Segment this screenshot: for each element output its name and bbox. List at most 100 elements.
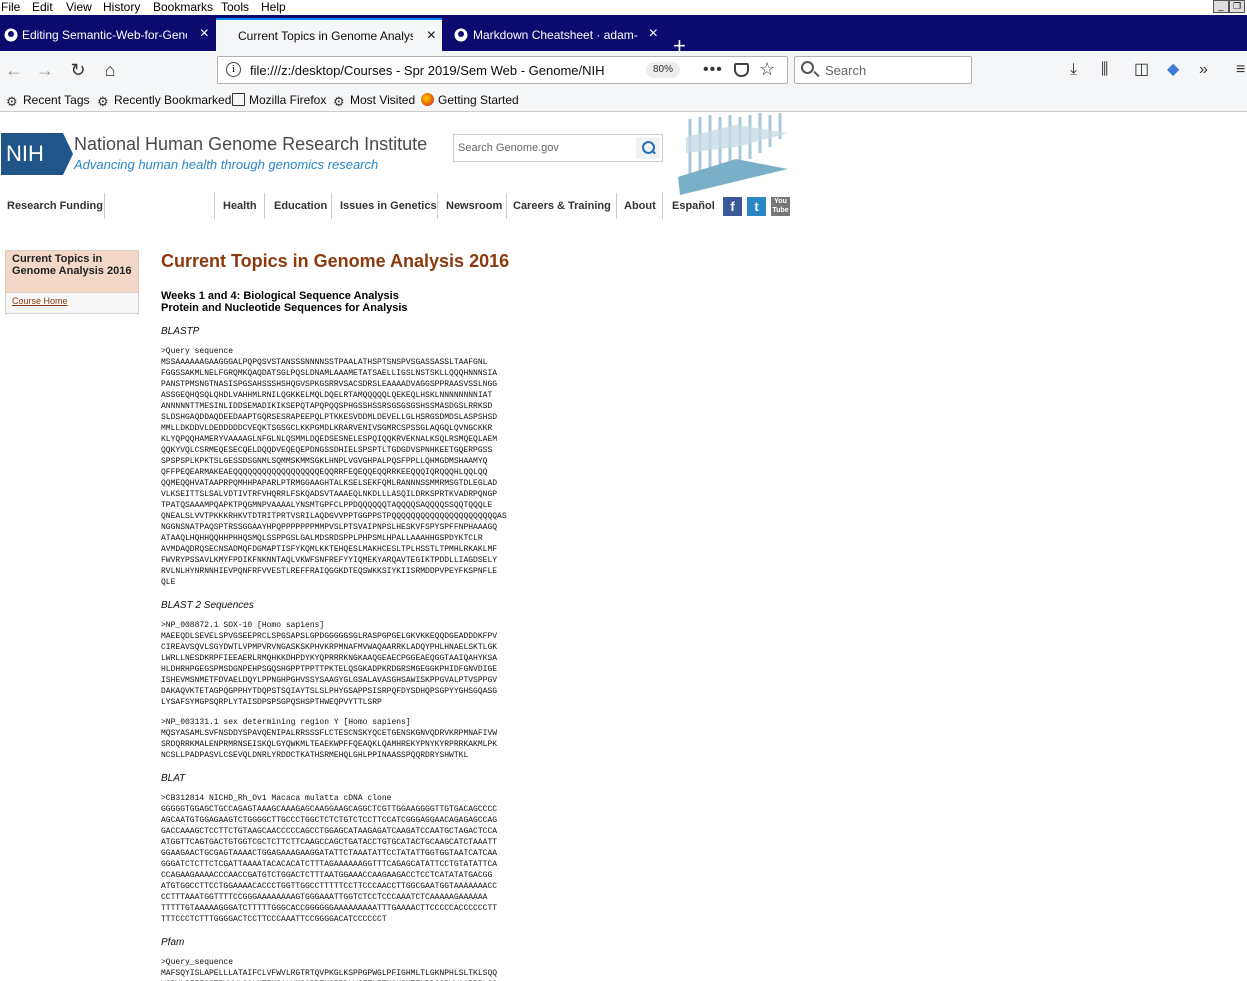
- home-icon[interactable]: ⌂: [99, 59, 121, 81]
- firefox-icon: [421, 93, 434, 106]
- menu-history[interactable]: History: [103, 0, 140, 14]
- github-icon: [4, 28, 18, 42]
- nav-separator: [331, 193, 332, 219]
- menu-help[interactable]: Help: [261, 0, 286, 14]
- site-search-button[interactable]: [636, 137, 660, 159]
- close-tab-icon[interactable]: ×: [649, 26, 658, 42]
- gear-icon: ⚙: [6, 94, 18, 109]
- menu-bookmarks[interactable]: Bookmarks: [153, 0, 213, 14]
- site-tagline: Advancing human health through genomics …: [74, 157, 379, 172]
- menu-icon[interactable]: ≡: [1236, 59, 1245, 81]
- nav-research-funding[interactable]: Research Funding: [7, 192, 103, 220]
- site-title[interactable]: National Human Genome Research Institute: [74, 134, 427, 155]
- menu-tools[interactable]: Tools: [221, 0, 249, 14]
- nav-separator: [264, 193, 265, 219]
- restore-button[interactable]: ❐: [1229, 0, 1245, 13]
- bookmark-label: Recently Bookmarked: [114, 93, 232, 107]
- window-controls: _ ❐: [1213, 0, 1245, 13]
- folder-icon: [232, 93, 245, 106]
- bookmark-getting-started[interactable]: Getting Started: [421, 93, 519, 107]
- nav-separator: [662, 193, 663, 219]
- sidebar-heading: Current Topics in Genome Analysis 2016: [6, 251, 138, 293]
- gear-icon: ⚙: [333, 94, 345, 109]
- nav-espanol[interactable]: Español: [672, 192, 715, 220]
- search-icon: [801, 61, 814, 74]
- nav-separator: [506, 193, 507, 219]
- nav-about[interactable]: About: [624, 192, 656, 220]
- dna-helix-graphic: [678, 113, 788, 195]
- tab-strip: Editing Semantic-Web-for-Genomic × Curre…: [0, 15, 1247, 57]
- blat-label: BLAT: [161, 773, 186, 784]
- pfam-sequence: >Query_sequence MAFSQYISLAPELLLATAIFCLVF…: [161, 958, 498, 981]
- subtitle-sequences: Protein and Nucleotide Sequences for Ana…: [161, 302, 408, 314]
- nav-education[interactable]: Education: [274, 192, 327, 220]
- nav-issues-in-genetics[interactable]: Issues in Genetics: [340, 192, 437, 220]
- minimize-button[interactable]: _: [1213, 0, 1229, 13]
- nav-careers-training[interactable]: Careers & Training: [513, 192, 611, 220]
- zoom-indicator[interactable]: 80%: [646, 62, 681, 78]
- search-box[interactable]: Search: [794, 56, 972, 84]
- url-text[interactable]: file:///z:/desktop/Courses - Spr 2019/Se…: [250, 63, 630, 78]
- reload-icon[interactable]: ↻: [67, 59, 89, 81]
- blastp-sequence: >Query sequence MSSAAAAAAGAAGGGALPQPQSVS…: [161, 347, 507, 587]
- nav-separator: [616, 193, 617, 219]
- section-heading: Weeks 1 and 4: Biological Sequence Analy…: [161, 290, 581, 314]
- tab-label: Current Topics in Genome Analysis 201: [238, 28, 413, 43]
- blast2-sequence-sox10: >NP_008872.1 SOX-10 [Homo sapiens] MAEEQ…: [161, 621, 498, 707]
- gear-icon: ⚙: [97, 94, 109, 109]
- sidebar-icon[interactable]: ◫: [1134, 59, 1149, 81]
- menu-file[interactable]: File: [1, 0, 20, 14]
- library-icon[interactable]: ⫼: [1101, 59, 1108, 81]
- menu-edit[interactable]: Edit: [32, 0, 53, 14]
- menu-view[interactable]: View: [66, 0, 92, 14]
- blastp-label: BLASTP: [161, 326, 200, 337]
- bookmark-star-icon[interactable]: ☆: [759, 59, 775, 80]
- pocket-icon[interactable]: [734, 63, 749, 77]
- page-title: Current Topics in Genome Analysis 2016: [161, 251, 510, 271]
- forward-icon[interactable]: →: [34, 59, 56, 81]
- nih-logo[interactable]: NIH: [1, 133, 73, 175]
- tab-current-topics[interactable]: Current Topics in Genome Analysis 201 ×: [216, 18, 442, 51]
- bookmark-most-visited[interactable]: ⚙ Most Visited: [333, 93, 415, 108]
- navigation-toolbar: ← → ↻ ⌂ i file:///z:/desktop/Courses - S…: [0, 51, 1247, 89]
- tab-label: Editing Semantic-Web-for-Genomic: [22, 27, 187, 42]
- course-home-link[interactable]: Course Home: [6, 293, 138, 309]
- url-bar[interactable]: i file:///z:/desktop/Courses - Spr 2019/…: [217, 56, 788, 84]
- overflow-icon[interactable]: »: [1199, 59, 1208, 81]
- site-search-placeholder: Search Genome.gov: [458, 142, 559, 154]
- main-content: Current Topics in Genome Analysis 2016 W…: [161, 251, 581, 981]
- close-tab-icon[interactable]: ×: [200, 26, 209, 42]
- menu-bar: File Edit View History Bookmarks Tools H…: [0, 0, 1247, 15]
- bookmark-recently-bookmarked[interactable]: ⚙ Recently Bookmarked: [97, 93, 231, 108]
- web-page: NIH National Human Genome Research Insti…: [0, 113, 1247, 981]
- bookmark-label: Recent Tags: [23, 93, 90, 107]
- pfam-label: Pfam: [161, 937, 185, 948]
- bookmark-recent-tags[interactable]: ⚙ Recent Tags: [6, 93, 90, 108]
- site-search-input[interactable]: Search Genome.gov: [453, 134, 663, 162]
- close-tab-icon[interactable]: ×: [427, 28, 436, 44]
- twitter-icon[interactable]: t: [747, 197, 766, 216]
- back-icon[interactable]: ←: [3, 59, 25, 81]
- download-icon[interactable]: ⤓: [1070, 59, 1077, 81]
- bookmarks-bar: ⚙ Recent Tags ⚙ Recently Bookmarked Mozill…: [0, 89, 1247, 112]
- nav-separator: [104, 193, 105, 219]
- bookmark-label: Getting Started: [438, 93, 519, 107]
- nav-health[interactable]: Health: [223, 192, 257, 220]
- blast2-label: BLAST 2 Sequences: [161, 600, 254, 611]
- page-actions-icon[interactable]: •••: [703, 61, 723, 79]
- search-placeholder: Search: [825, 63, 867, 78]
- blast2-sequence-sry: >NP_003131.1 sex determining region Y [H…: [161, 718, 498, 760]
- info-icon[interactable]: i: [226, 62, 241, 77]
- bookmark-mozilla-firefox[interactable]: Mozilla Firefox: [232, 93, 326, 107]
- tab-editing[interactable]: Editing Semantic-Web-for-Genomic ×: [0, 18, 215, 51]
- tab-label: Markdown Cheatsheet · adam-p/m: [473, 27, 638, 42]
- nav-newsroom[interactable]: Newsroom: [446, 192, 502, 220]
- bookmark-label: Most Visited: [350, 93, 416, 107]
- bookmark-label: Mozilla Firefox: [249, 93, 327, 107]
- youtube-icon[interactable]: You Tube: [771, 197, 790, 216]
- facebook-icon[interactable]: f: [723, 197, 742, 216]
- extension-icon[interactable]: ◆: [1167, 59, 1179, 81]
- blat-sequence: >CB312814 NICHD_Rh_Ov1 Macaca mulatta cD…: [161, 794, 498, 924]
- nav-separator: [437, 193, 438, 219]
- tab-markdown[interactable]: Markdown Cheatsheet · adam-p/m ×: [446, 18, 664, 51]
